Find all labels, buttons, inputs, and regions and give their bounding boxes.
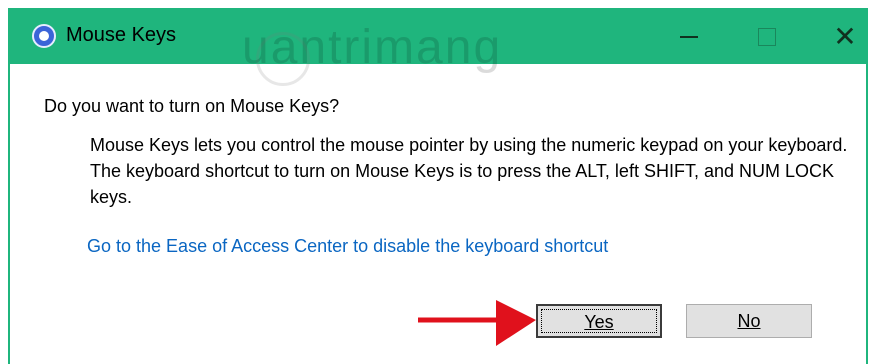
- minimize-button[interactable]: [654, 10, 724, 64]
- close-button[interactable]: ✕: [810, 10, 870, 64]
- mouse-keys-dialog: Mouse Keys ✕ uantrimang Do you want to t…: [8, 8, 868, 364]
- focus-rectangle: [541, 309, 657, 333]
- dialog-question: Do you want to turn on Mouse Keys?: [44, 96, 340, 116]
- no-button-label: No: [737, 311, 761, 331]
- no-button[interactable]: No: [686, 304, 812, 338]
- minimize-icon: [680, 36, 698, 38]
- red-arrow-icon: [418, 300, 536, 346]
- close-icon: ✕: [833, 21, 857, 52]
- watermark-text: uantrimang: [242, 21, 503, 74]
- maximize-icon: [758, 28, 776, 46]
- yes-button[interactable]: Yes: [536, 304, 662, 338]
- ease-of-access-link[interactable]: Go to the Ease of Access Center to disab…: [87, 236, 608, 257]
- dialog-description: Mouse Keys lets you control the mouse po…: [90, 135, 848, 207]
- ease-of-access-icon: [32, 24, 56, 48]
- window-title: Mouse Keys: [66, 24, 177, 46]
- maximize-button[interactable]: [732, 10, 802, 64]
